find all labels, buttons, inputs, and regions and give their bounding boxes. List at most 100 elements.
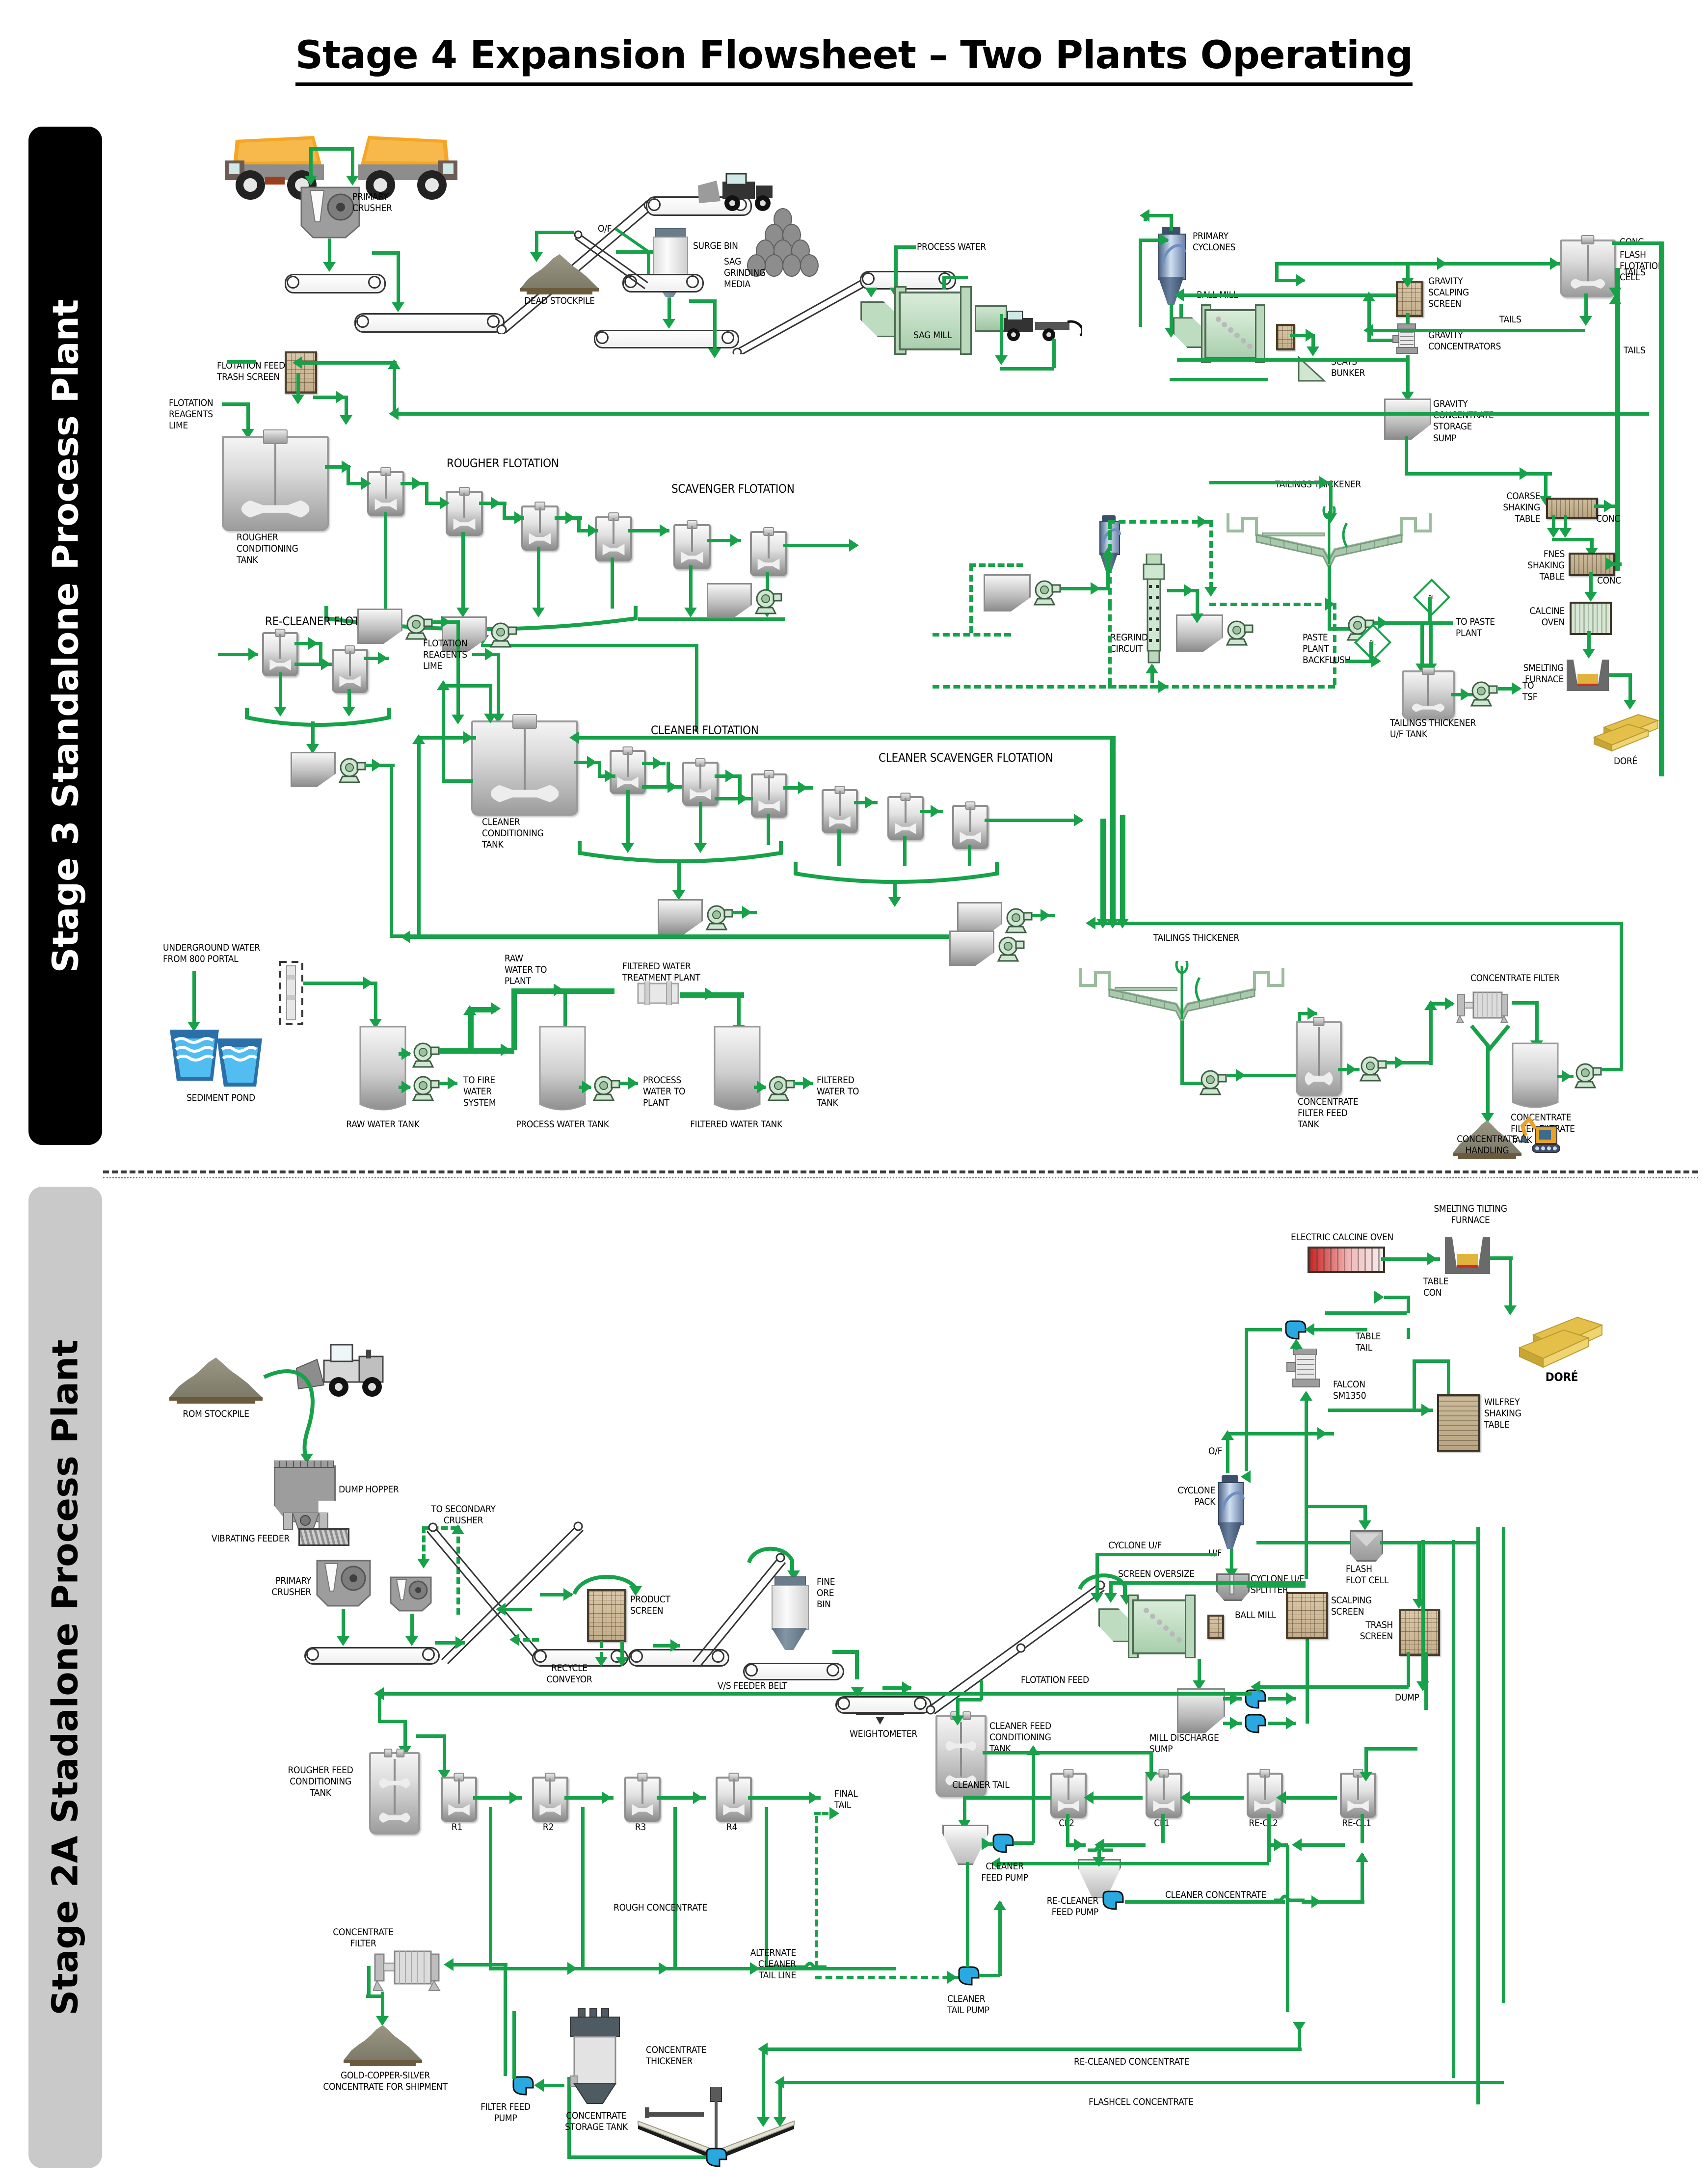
scats-truck-icon [1004,311,1082,341]
smelting-furnace-s3 [1567,660,1609,691]
stage2a-sidebar: Stage 2A Stadalone Process Plant [28,1187,102,2168]
label-process-water-to-plant: PROCESS WATER TO PLANT [643,1075,686,1109]
label-rougher-conditioning-tank: ROUGHER CONDITIONING TANK [237,532,298,566]
label-surge-bin: SURGE BIN [693,240,738,251]
filter-cake-chute [1469,1024,1511,1052]
feeder-discharge-flow [832,1650,859,1679]
vs-feeder-belt [743,1663,844,1680]
label-coarse-shaking-table: COARSE SHAKING TABLE [1503,491,1540,525]
label-cell-r2: R2 [542,1822,554,1833]
sump-water-return [949,930,994,966]
label-filtered-water-tank: FILTERED WATER TANK [690,1119,782,1130]
mill-discharge-pump-2 [1245,1714,1266,1733]
pump-2 [754,589,782,614]
label-cleaner-feed-pump: CLEANER FEED PUMP [981,1861,1028,1884]
label-cell-recl1: RE-CL1 [1342,1818,1371,1829]
ball-mill-trommel-s3 [1276,324,1295,350]
label-falcon: FALCON SM1350 [1333,1379,1366,1402]
pump-1 [489,622,517,648]
pump-filtrate [1574,1063,1602,1089]
dump-hopper-grizzly [274,1461,334,1468]
label-ball-mill-2a: BALL MILL [1235,1610,1277,1621]
label-cleaner-tail: CLEANER TAIL [952,1780,1010,1790]
label-conc-coarse: CONC [1596,513,1620,524]
label-cyclone-uf: CYCLONE U/F [1108,1540,1162,1551]
sump-cleaner-tail [658,899,703,934]
sump-mid-1 [984,574,1031,611]
rougher-feed-conditioning-tank [369,1748,420,1834]
label-conc-fnes: CONC [1597,575,1621,586]
label-rough-concentrate: ROUGH CONCENTRATE [614,1902,707,1913]
label-flotation-feed: FLOTATION FEED [1021,1675,1089,1685]
bl-tag-1-text: BL [1428,594,1435,601]
ball-mill-trommel-2a [1207,1615,1224,1639]
label-flash-flot-cell-2a: FLASH FLOT CELL [1346,1564,1389,1586]
concentrate-filter-filtrate-tank [1512,1042,1559,1108]
label-product-screen: PRODUCT SCREEN [630,1594,670,1617]
pump-cleaner-tail [705,905,733,930]
label-gravity-conc-storage-sump: GRAVITY CONCENTRATE STORAGE SUMP [1433,399,1494,444]
smelting-tilting-furnace [1445,1237,1490,1274]
cleaner-cell-1 [610,746,646,794]
falcon-sm1350 [1286,1349,1320,1387]
label-cleaner-feed-conditioning-tank: CLEANER FEED CONDITIONING TANK [989,1721,1051,1755]
label-gravity-scalping-screen: GRAVITY SCALPING SCREEN [1428,276,1469,310]
label-screen-oversize: SCREEN OVERSIZE [1118,1569,1195,1579]
label-filtered-water-to-tank: FILTERED WATER TO TANK [817,1075,859,1109]
label-cell-r1: R1 [451,1822,463,1833]
weightometer-icon [856,1712,904,1725]
label-cleaner-conditioning-tank: CLEANER CONDITIONING TANK [482,817,544,851]
rougher-cell-r3 [624,1773,661,1822]
label-sediment-pond: SEDIMENT POND [187,1092,255,1103]
sediment-pond [170,1030,262,1087]
label-dore-2a: DORÉ [1545,1370,1578,1384]
cleaner-cell-3 [751,770,787,818]
splitter-divider [1229,1574,1234,1595]
label-vs-feeder-belt: V/S FEEDER BELT [718,1680,787,1691]
product-screen [587,1589,626,1642]
pump-3 [1033,580,1061,606]
gravity-concentrate-storage-sump [1384,399,1431,440]
pump-raw-water-1 [412,1042,440,1068]
cleaner-cell-2 [682,758,719,806]
dore-bars-2a [1518,1316,1603,1368]
excavator-icon [1520,1116,1560,1153]
borehole-pump-icon [279,961,303,1025]
re-cleaner-feed-pump [1102,1890,1124,1910]
label-process-water: PROCESS WATER [917,241,986,252]
primary-crusher-2a [316,1560,371,1607]
label-concentrate-filter-feed-tank: CONCENTRATE FILTER FEED TANK [1298,1096,1359,1130]
stage-divider [103,1170,1698,1173]
concentrate-storage-tank [570,2008,620,2104]
weightometer-belt [835,1696,932,1714]
rom-stockpile [169,1352,263,1404]
flash-flot-cell-2a [1350,1530,1383,1562]
label-concentrate-thickener: CONCENTRATE THICKENER [646,2045,707,2067]
label-dump-hopper: DUMP HOPPER [339,1484,399,1495]
page-title-text: Stage 4 Expansion Flowsheet – Two Plants… [295,33,1413,86]
sump-re-cleaner [291,752,336,787]
tailings-thickener-bottom [1079,961,1284,1025]
recleaner-launder [245,708,391,727]
label-to-fire-water-system: TO FIRE WATER SYSTEM [463,1075,496,1109]
cleaner-tail-pump [958,1966,980,1986]
label-trash-screen-2a: TRASH SCREEN [1360,1620,1393,1642]
label-alternate-cleaner-tail-line: ALTERNATE CLEANER TAIL LINE [750,1947,797,1981]
rougher-cell-r2 [532,1773,568,1822]
conveyor-2a-1 [304,1647,440,1665]
label-tails-scalping: TAILS [1499,314,1521,325]
label-scalping-screen-2a: SCALPING SCREEN [1331,1595,1372,1618]
label-tailings-thickener-bottom: TAILINGS THICKENER [1153,932,1239,943]
fine-ore-bin [772,1576,809,1650]
bl-tag-2-text: BL [1369,639,1376,646]
flash-flotation-cell [1560,235,1616,297]
conveyor-incline-2 [574,230,648,290]
label-gravity-concentrators: GRAVITY CONCENTRATORS [1428,330,1501,352]
rougher-conditioning-tank [222,429,329,531]
gold-copper-silver-pile [344,2021,422,2066]
label-process-water-tank: PROCESS WATER TANK [516,1119,609,1130]
raw-water-tank [359,1026,406,1111]
concentrate-filter-2a [373,1950,441,1991]
rougher-cell-r4 [716,1773,752,1822]
label-of-2a: O/F [1208,1446,1223,1457]
